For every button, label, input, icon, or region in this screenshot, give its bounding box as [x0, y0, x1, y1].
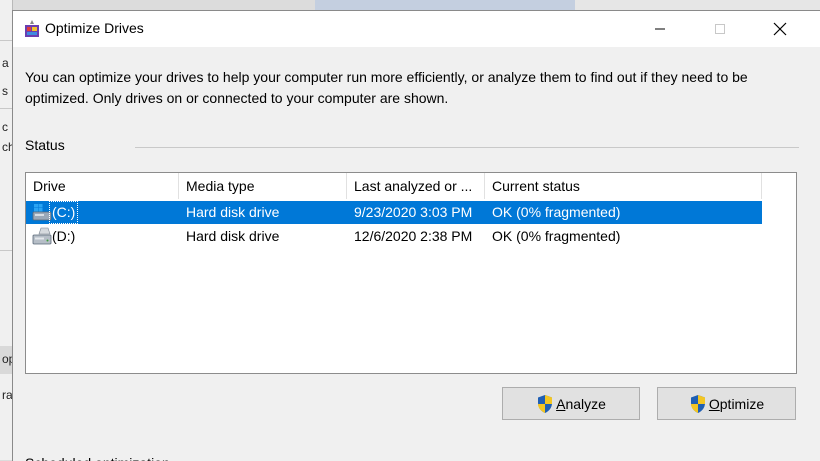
- title-bar[interactable]: Optimize Drives: [13, 11, 820, 47]
- current-status: OK (0% fragmented): [492, 204, 621, 220]
- drive-row-d[interactable]: (D:) Hard disk drive 12/6/2020 2:38 PM O…: [26, 225, 762, 248]
- background-window-top: [315, 0, 820, 10]
- window-title: Optimize Drives: [45, 20, 144, 36]
- column-header-last-analyzed[interactable]: Last analyzed or ...: [347, 173, 485, 199]
- uac-shield-icon: [538, 394, 553, 413]
- description-text: You can optimize your drives to help you…: [25, 69, 748, 106]
- minimize-icon: [655, 28, 665, 30]
- column-header-current-status[interactable]: Current status: [485, 173, 762, 199]
- media-type: Hard disk drive: [186, 204, 280, 220]
- windows-drive-icon: [32, 204, 52, 221]
- column-header-drive[interactable]: Drive: [26, 173, 179, 199]
- maximize-icon: [715, 24, 725, 34]
- drive-label: (C:): [48, 201, 79, 224]
- status-divider: [135, 147, 799, 148]
- last-analyzed: 12/6/2020 2:38 PM: [354, 228, 473, 244]
- hard-drive-icon: [32, 227, 52, 245]
- defrag-app-icon: [25, 20, 39, 37]
- close-icon: [773, 22, 787, 36]
- current-status: OK (0% fragmented): [492, 228, 621, 244]
- drive-row-c[interactable]: (C:) Hard disk drive 9/23/2020 3:03 PM O…: [26, 201, 762, 224]
- analyze-button[interactable]: Analyze: [502, 387, 640, 420]
- maximize-button[interactable]: [697, 11, 743, 47]
- status-section-label: Status: [25, 137, 65, 153]
- close-button[interactable]: [757, 11, 803, 47]
- list-header: Drive Media type Last analyzed or ... Cu…: [26, 173, 796, 199]
- optimize-button-label: Optimize: [708, 395, 765, 412]
- drive-label: (D:): [52, 228, 76, 244]
- last-analyzed: 9/23/2020 3:03 PM: [354, 204, 473, 220]
- uac-shield-icon: [690, 394, 705, 413]
- background-fragment: a: [2, 56, 9, 70]
- background-fragment: c: [2, 120, 8, 134]
- analyze-button-label: Analyze: [556, 395, 606, 412]
- media-type: Hard disk drive: [186, 228, 280, 244]
- minimize-button[interactable]: [637, 11, 683, 47]
- optimize-button[interactable]: Optimize: [657, 387, 796, 420]
- optimize-drives-window: Optimize Drives You can optimize your dr…: [12, 10, 820, 461]
- column-header-media-type[interactable]: Media type: [179, 173, 347, 199]
- drives-list[interactable]: Drive Media type Last analyzed or ... Cu…: [25, 172, 797, 374]
